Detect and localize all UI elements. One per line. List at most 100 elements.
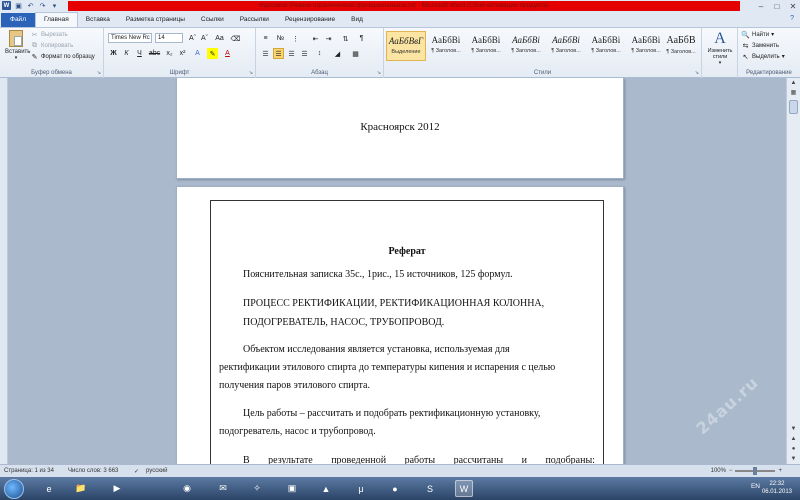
change-case-icon[interactable]: Aa: [214, 33, 225, 44]
minimize-button[interactable]: –: [756, 2, 766, 11]
mail-icon[interactable]: ✉: [214, 480, 232, 497]
tab-home[interactable]: Главная: [34, 12, 78, 27]
align-center-icon[interactable]: ☰: [273, 48, 284, 59]
change-styles-button[interactable]: A Изменить стили ▾: [704, 30, 736, 66]
replace-button[interactable]: ⇆ Заменить: [741, 41, 779, 50]
style-item[interactable]: АаБбВі ¶ Заголов...: [626, 31, 666, 61]
clear-formatting-icon[interactable]: ⌫: [230, 33, 241, 44]
grow-font-icon[interactable]: Aˆ: [187, 33, 198, 44]
cut-button[interactable]: ✂ Вырезать: [30, 30, 68, 39]
tab-page-layout[interactable]: Разметка страницы: [118, 13, 193, 27]
font-name-combo[interactable]: Times New Rc: [108, 33, 152, 43]
word-logo-icon[interactable]: W: [2, 1, 11, 10]
tab-view[interactable]: Вид: [343, 13, 371, 27]
tray-language[interactable]: EN: [751, 483, 760, 490]
scroll-down-arrow-icon[interactable]: ▼: [787, 424, 800, 434]
superscript-icon[interactable]: x²: [177, 48, 188, 59]
clipboard-launcher-icon[interactable]: ↘: [97, 70, 101, 76]
save-icon[interactable]: ▣: [14, 1, 23, 10]
start-button[interactable]: [4, 479, 24, 499]
page-count[interactable]: Страница: 1 из 34: [4, 468, 54, 474]
style-item[interactable]: АаБбВ ¶ Заголов...: [664, 31, 698, 61]
vertical-scrollbar[interactable]: ▲ ▦ ▼ ▲ ● ▼: [786, 78, 800, 464]
zoom-in-icon[interactable]: +: [778, 468, 782, 474]
style-item[interactable]: АаБбВі ¶ Заголов...: [506, 31, 546, 61]
subscript-icon[interactable]: x₂: [164, 48, 175, 59]
styles-launcher-icon[interactable]: ↘: [695, 70, 699, 76]
zoom-out-icon[interactable]: −: [729, 468, 733, 474]
tab-mailings[interactable]: Рассылки: [232, 13, 277, 27]
find-button[interactable]: 🔍 Найти ▾: [741, 30, 774, 39]
tab-file[interactable]: Файл: [1, 13, 35, 27]
style-item[interactable]: АаБбВі ¶ Заголов...: [466, 31, 506, 61]
previous-page-icon[interactable]: ▲: [787, 434, 800, 444]
font-color-icon[interactable]: A: [222, 48, 233, 59]
font-launcher-icon[interactable]: ↘: [249, 70, 253, 76]
next-page-icon[interactable]: ▼: [787, 454, 800, 464]
paragraph-launcher-icon[interactable]: ↘: [377, 70, 381, 76]
customize-qat-icon[interactable]: ▾: [50, 1, 59, 10]
multilevel-list-icon[interactable]: ⋮: [290, 33, 301, 44]
close-button[interactable]: ✕: [788, 2, 798, 11]
undo-icon[interactable]: ↶: [26, 1, 35, 10]
utorrent-icon[interactable]: μ: [352, 480, 370, 497]
page-1[interactable]: Красноярск 2012: [176, 78, 624, 179]
ruler-toggle-icon[interactable]: ▦: [787, 88, 800, 98]
word-taskbar-icon[interactable]: W: [455, 480, 473, 497]
tab-review[interactable]: Рецензирование: [277, 13, 343, 27]
zoom-slider[interactable]: [735, 467, 776, 475]
borders-icon[interactable]: ▦: [350, 48, 361, 59]
redo-icon[interactable]: ↷: [38, 1, 47, 10]
page-2[interactable]: Реферат Пояснительная записка 35с., 1рис…: [176, 186, 624, 464]
font-size-combo[interactable]: 14: [155, 33, 183, 43]
shrink-font-icon[interactable]: Aˇ: [199, 33, 210, 44]
word-count[interactable]: Число слов: 3 663: [68, 468, 118, 474]
show-marks-icon[interactable]: ¶: [356, 33, 367, 44]
style-item[interactable]: АаБбВі ¶ Заголов...: [586, 31, 626, 61]
underline-icon[interactable]: Ч: [134, 48, 145, 59]
photoshop-icon[interactable]: ▣: [283, 480, 301, 497]
copy-button[interactable]: ⧉ Копировать: [30, 41, 73, 50]
text-effects-icon[interactable]: A: [192, 48, 203, 59]
scroll-thumb[interactable]: [789, 100, 798, 114]
clock[interactable]: 22:32 06.01.2013: [762, 480, 792, 496]
aimp-icon[interactable]: ▲: [317, 480, 335, 497]
style-item[interactable]: АаБбВі ¶ Заголов...: [546, 31, 586, 61]
document-canvas[interactable]: Красноярск 2012 Реферат Пояснительная за…: [8, 78, 786, 464]
select-button[interactable]: ↖ Выделить ▾: [741, 52, 785, 61]
winamp-icon[interactable]: ✧: [248, 480, 266, 497]
zoom-slider-knob[interactable]: [753, 467, 758, 475]
format-painter-button[interactable]: ✎ Формат по образцу: [30, 52, 95, 61]
file-explorer-icon[interactable]: 📁: [72, 480, 90, 497]
zoom-level[interactable]: 100%: [711, 468, 726, 474]
scroll-up-arrow-icon[interactable]: ▲: [787, 78, 800, 88]
justify-icon[interactable]: ☰: [299, 48, 310, 59]
firefox-icon[interactable]: ◉: [178, 480, 196, 497]
style-item[interactable]: АаБбВвГ Выделение: [386, 31, 426, 61]
align-left-icon[interactable]: ☰: [260, 48, 271, 59]
numbering-icon[interactable]: №: [275, 33, 286, 44]
maximize-button[interactable]: □: [772, 2, 782, 11]
paste-dropdown-icon[interactable]: ▾: [5, 55, 27, 61]
align-right-icon[interactable]: ☰: [286, 48, 297, 59]
skype-icon[interactable]: S: [421, 480, 439, 497]
help-icon[interactable]: ?: [790, 15, 794, 22]
bold-icon[interactable]: Ж: [108, 48, 119, 59]
decrease-indent-icon[interactable]: ⇤: [310, 33, 321, 44]
highlight-icon[interactable]: ✎: [207, 48, 218, 59]
sort-icon[interactable]: ⇅: [340, 33, 351, 44]
vertical-ruler[interactable]: [0, 78, 8, 468]
language[interactable]: русский: [146, 468, 168, 474]
tab-insert[interactable]: Вставка: [78, 13, 118, 27]
italic-icon[interactable]: К: [121, 48, 132, 59]
internet-explorer-icon[interactable]: e: [40, 480, 58, 497]
browse-object-icon[interactable]: ●: [787, 444, 800, 454]
shading-icon[interactable]: ◢: [332, 48, 343, 59]
paste-button[interactable]: Вставить ▾: [5, 30, 30, 61]
bullets-icon[interactable]: ≡: [260, 33, 271, 44]
line-spacing-icon[interactable]: ↕: [314, 48, 325, 59]
proofing-icon[interactable]: ✓: [134, 468, 139, 475]
messenger-icon[interactable]: ●: [386, 480, 404, 497]
style-item[interactable]: АаБбВі ¶ Заголов...: [426, 31, 466, 61]
strikethrough-icon[interactable]: abc: [149, 48, 160, 59]
